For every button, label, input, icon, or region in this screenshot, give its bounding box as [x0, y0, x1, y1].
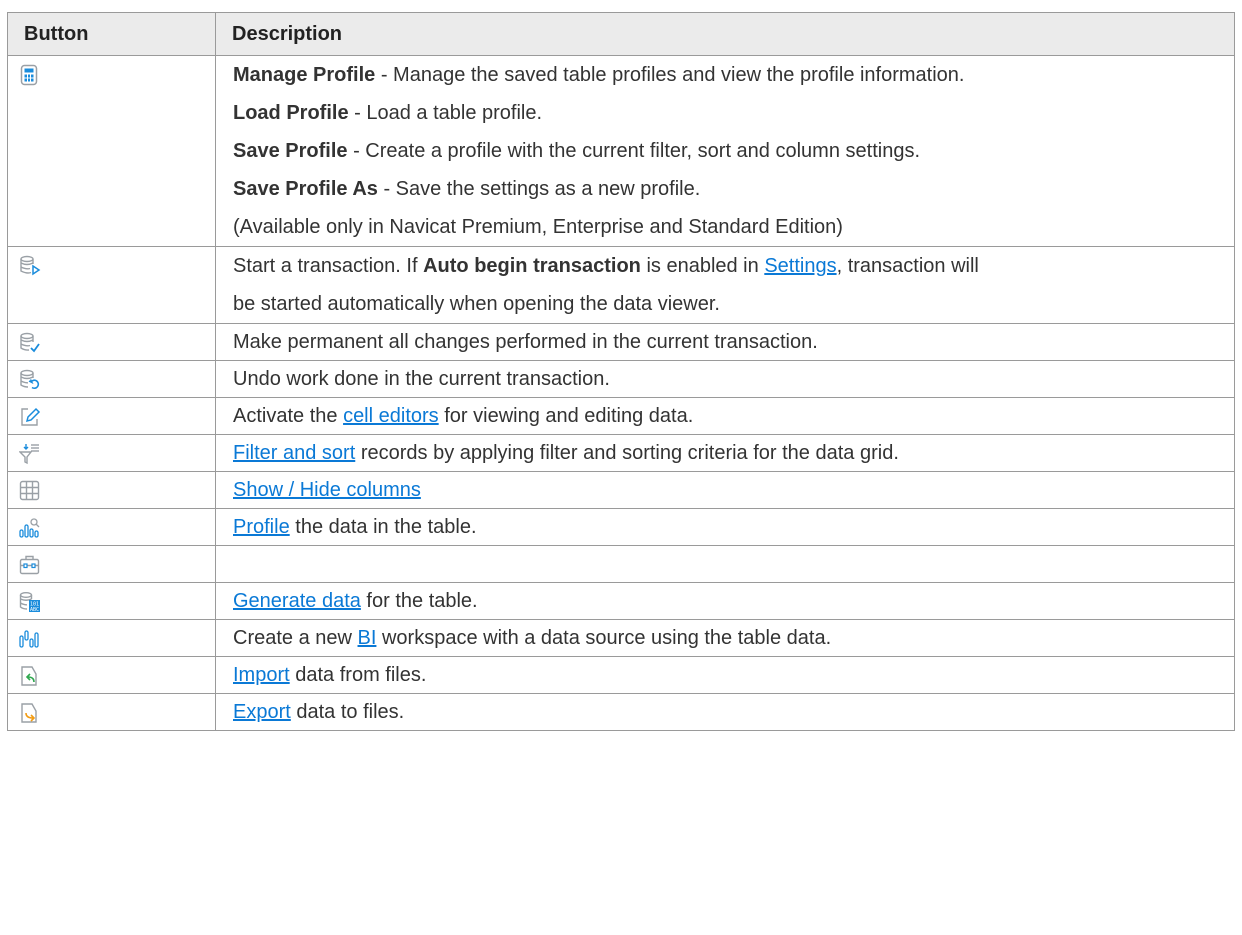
text-create-new: Create a new [233, 627, 358, 649]
commit-icon [19, 332, 41, 354]
profile-data-icon [19, 517, 41, 539]
text-data-from-files: data from files. [289, 664, 427, 686]
svg-text:ABC: ABC [30, 607, 39, 613]
edit-icon [19, 406, 41, 428]
text-activate-the: Activate the [233, 405, 344, 427]
filter-sort-icon [19, 443, 41, 465]
text-save-profile-as: - Save the settings as a new profile. [377, 178, 701, 200]
bi-link[interactable]: BI [358, 627, 377, 649]
manage-profile-icon [19, 64, 41, 86]
header-button: Button [7, 12, 216, 56]
text-started-automatically: be started automatically when opening th… [233, 293, 720, 315]
button-cell [7, 656, 216, 694]
description-line: Save Profile As - Save the settings as a… [233, 170, 1234, 208]
button-cell [7, 508, 216, 546]
profile-link[interactable]: Profile [233, 516, 290, 538]
table-row: Show / Hide columns [7, 471, 1235, 509]
button-cell [7, 55, 216, 247]
description-cell: Filter and sort records by applying filt… [215, 434, 1235, 472]
columns-icon [19, 480, 41, 502]
table-row: Create a new BI workspace with a data so… [7, 619, 1235, 657]
button-cell [7, 323, 216, 361]
description-cell [215, 545, 1235, 583]
table-row: Import data from files. [7, 656, 1235, 694]
table-row: Filter and sort records by applying filt… [7, 434, 1235, 472]
table-row: Export data to files. [7, 693, 1235, 731]
term-save-profile-as: Save Profile As [233, 178, 378, 200]
button-cell: 101 ABC [7, 582, 216, 620]
button-cell [7, 471, 216, 509]
description-cell: Import data from files. [215, 656, 1235, 694]
text-start-transaction: Start a transaction. If [233, 255, 424, 277]
text-workspace: workspace with a data source using the t… [376, 627, 832, 649]
button-cell [7, 693, 216, 731]
bi-icon [19, 628, 41, 650]
description-line: be started automatically when opening th… [233, 285, 1234, 323]
generate-data-link[interactable]: Generate data [233, 590, 361, 612]
term-manage-profile: Manage Profile [233, 64, 376, 86]
button-cell [7, 246, 216, 324]
text-enabled-in: is enabled in [640, 255, 765, 277]
description-cell: Create a new BI workspace with a data so… [215, 619, 1235, 657]
start-transaction-icon [19, 255, 41, 277]
description-line: (Available only in Navicat Premium, Ente… [233, 208, 1234, 246]
text-data-to-files: data to files. [290, 701, 405, 723]
table-row: Activate the cell editors for viewing an… [7, 397, 1235, 435]
text-manage-profile: - Manage the saved table profiles and vi… [375, 64, 965, 86]
table-row: Profile the data in the table. [7, 508, 1235, 546]
button-cell [7, 545, 216, 583]
text-load-profile: - Load a table profile. [348, 102, 543, 124]
table-row: Make permanent all changes performed in … [7, 323, 1235, 361]
filter-and-sort-link[interactable]: Filter and sort [233, 442, 355, 464]
description-line: Save Profile - Create a profile with the… [233, 132, 1234, 170]
description-cell: Export data to files. [215, 693, 1235, 731]
header-row: Button Description [7, 12, 1235, 56]
cell-editors-link[interactable]: cell editors [343, 405, 439, 427]
text-for-viewing: for viewing and editing data. [438, 405, 694, 427]
description-cell: Manage Profile - Manage the saved table … [215, 55, 1235, 247]
button-cell [7, 397, 216, 435]
table-row: Manage Profile - Manage the saved table … [7, 55, 1235, 247]
export-link[interactable]: Export [233, 701, 291, 723]
import-link[interactable]: Import [233, 664, 290, 686]
generate-data-icon: 101 ABC [19, 591, 41, 613]
export-icon [19, 702, 41, 724]
description-cell: Generate data for the table. [215, 582, 1235, 620]
button-cell [7, 360, 216, 398]
term-auto-begin-transaction: Auto begin transaction [423, 255, 641, 277]
table-row: Undo work done in the current transactio… [7, 360, 1235, 398]
description-cell: Activate the cell editors for viewing an… [215, 397, 1235, 435]
text-save-profile: - Create a profile with the current filt… [347, 140, 920, 162]
toolbox-icon [19, 554, 41, 576]
description-cell: Start a transaction. If Auto begin trans… [215, 246, 1235, 324]
button-cell [7, 434, 216, 472]
description-line: Manage Profile - Manage the saved table … [233, 56, 1234, 94]
text-the-data: the data in the table. [289, 516, 477, 538]
button-reference-table: Button Description Manage Profile - Mana… [7, 12, 1235, 731]
text-for-the-table: for the table. [360, 590, 478, 612]
table-row: 101 ABC Generate data for the table. [7, 582, 1235, 620]
term-save-profile: Save Profile [233, 140, 348, 162]
show-hide-columns-link[interactable]: Show / Hide columns [233, 479, 421, 501]
header-description: Description [215, 12, 1235, 56]
description-line: Start a transaction. If Auto begin trans… [233, 247, 1234, 285]
button-cell [7, 619, 216, 657]
table-row [7, 545, 1235, 583]
description-cell: Profile the data in the table. [215, 508, 1235, 546]
description-cell: Make permanent all changes performed in … [215, 323, 1235, 361]
settings-link[interactable]: Settings [764, 255, 836, 277]
table-row: Start a transaction. If Auto begin trans… [7, 246, 1235, 324]
text-transaction-will: , transaction will [836, 255, 979, 277]
description-line: Load Profile - Load a table profile. [233, 94, 1234, 132]
rollback-icon [19, 369, 41, 391]
description-cell: Undo work done in the current transactio… [215, 360, 1235, 398]
import-icon [19, 665, 41, 687]
text-records-by: records by applying filter and sorting c… [355, 442, 899, 464]
description-cell: Show / Hide columns [215, 471, 1235, 509]
text-availability-note: (Available only in Navicat Premium, Ente… [233, 216, 843, 238]
term-load-profile: Load Profile [233, 102, 349, 124]
